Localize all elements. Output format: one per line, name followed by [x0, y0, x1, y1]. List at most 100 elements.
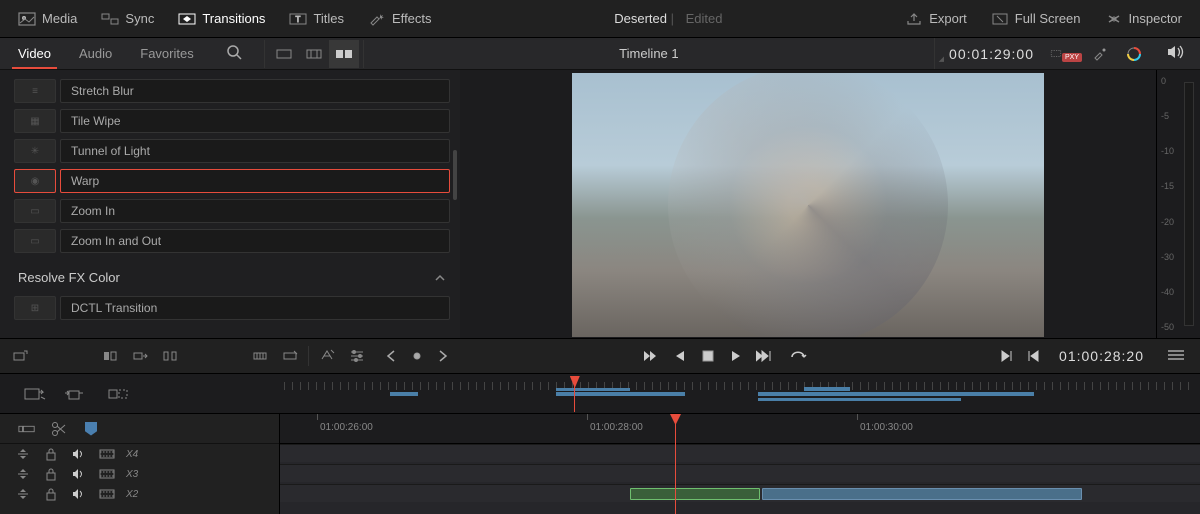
effects-tab[interactable]: Effects: [358, 7, 442, 30]
bypass-fx-icon[interactable]: [1084, 40, 1116, 68]
transition-item[interactable]: ▭Zoom In and Out: [14, 228, 450, 254]
media-tab[interactable]: Media: [8, 7, 87, 30]
view-single-icon[interactable]: [269, 40, 299, 68]
close-gap-icon[interactable]: [156, 343, 184, 369]
playhead[interactable]: [675, 414, 676, 514]
track-header-row: X2: [0, 484, 279, 504]
video-clip[interactable]: [630, 488, 760, 500]
view-strip-icon[interactable]: [299, 40, 329, 68]
viewer-timecode[interactable]: 01:00:28:20: [1045, 348, 1158, 364]
mini-clip[interactable]: [758, 398, 960, 401]
inspector-button[interactable]: Inspector: [1095, 7, 1192, 30]
favorites-tab[interactable]: Favorites: [126, 38, 207, 69]
next-edit-button[interactable]: [995, 344, 1019, 368]
options-menu-button[interactable]: [1158, 349, 1194, 364]
mini-track-area[interactable]: [280, 374, 1200, 413]
track-header-row: X3: [0, 464, 279, 484]
time-label: 01:00:30:00: [860, 422, 913, 433]
mini-clip[interactable]: [556, 388, 630, 391]
source-overwrite-icon[interactable]: [20, 382, 50, 406]
transition-item[interactable]: ⊞DCTL Transition: [14, 295, 450, 321]
play-button[interactable]: [724, 344, 748, 368]
master-timecode[interactable]: 00:01:29:00: [934, 38, 1048, 69]
ripple-overwrite-icon[interactable]: [104, 382, 134, 406]
time-label: 01:00:28:00: [590, 422, 643, 433]
lock-icon[interactable]: [42, 486, 60, 502]
mute-button[interactable]: [1152, 44, 1200, 63]
append-icon[interactable]: [62, 382, 92, 406]
stop-button[interactable]: [696, 344, 720, 368]
export-button[interactable]: Export: [895, 7, 977, 30]
resize-track-icon[interactable]: [14, 466, 32, 482]
transition-item[interactable]: ▦Tile Wipe: [14, 108, 450, 134]
speaker-icon[interactable]: [70, 466, 88, 482]
speaker-icon[interactable]: [70, 486, 88, 502]
speaker-icon[interactable]: [70, 446, 88, 462]
titles-tab[interactable]: T Titles: [279, 7, 354, 30]
timeline-view-icon[interactable]: [18, 421, 36, 437]
timeline-tracks[interactable]: 01:00:26:00 01:00:28:00 01:00:30:00: [280, 414, 1200, 514]
resize-track-icon[interactable]: [14, 486, 32, 502]
transitions-icon: [178, 12, 196, 26]
color-wheel-icon[interactable]: [1118, 40, 1150, 68]
scrollbar[interactable]: [453, 150, 457, 200]
go-end-button[interactable]: [752, 344, 776, 368]
mini-clip[interactable]: [804, 387, 850, 391]
time-ruler[interactable]: 01:00:26:00 01:00:28:00 01:00:30:00: [280, 414, 1200, 444]
fullscreen-icon: [991, 12, 1009, 26]
lock-icon[interactable]: [42, 466, 60, 482]
track-lane[interactable]: [280, 464, 1200, 482]
go-start-button[interactable]: [640, 344, 664, 368]
search-button[interactable]: [212, 38, 256, 69]
overwrite-icon[interactable]: [246, 343, 274, 369]
filmstrip-icon[interactable]: [98, 486, 116, 502]
smart-insert-icon[interactable]: [6, 343, 34, 369]
sliders-icon[interactable]: [343, 343, 371, 369]
proxy-toggle[interactable]: PXY: [1050, 40, 1082, 68]
transition-item[interactable]: ▭Zoom In: [14, 198, 450, 224]
topbar-right-group: Export Full Screen Inspector: [895, 7, 1192, 30]
transition-label: Warp: [60, 169, 450, 193]
transition-item-selected[interactable]: ◉Warp: [14, 168, 450, 194]
transition-item[interactable]: ≡Stretch Blur: [14, 78, 450, 104]
transition-label: Stretch Blur: [60, 79, 450, 103]
track-lane[interactable]: [280, 484, 1200, 502]
split-icon[interactable]: [96, 343, 124, 369]
video-clip[interactable]: [762, 488, 1082, 500]
section-header[interactable]: Resolve FX Color: [14, 258, 450, 291]
resize-track-icon[interactable]: [14, 446, 32, 462]
filmstrip-icon[interactable]: [98, 446, 116, 462]
mini-clip[interactable]: [758, 392, 1034, 396]
lock-icon[interactable]: [42, 446, 60, 462]
transition-label: Tile Wipe: [60, 109, 450, 133]
transition-thumb-icon: ▭: [14, 199, 56, 223]
replace-icon[interactable]: [276, 343, 304, 369]
track-lane[interactable]: [280, 444, 1200, 462]
sync-tab[interactable]: Sync: [91, 7, 164, 30]
ripple-icon[interactable]: [126, 343, 154, 369]
marker-icon[interactable]: [82, 421, 100, 437]
view-dual-icon[interactable]: [329, 40, 359, 68]
reverse-play-button[interactable]: [668, 344, 692, 368]
loop-button[interactable]: [786, 344, 810, 368]
transition-item[interactable]: ✳Tunnel of Light: [14, 138, 450, 164]
video-tab[interactable]: Video: [4, 38, 65, 69]
current-frame-icon[interactable]: [405, 344, 429, 368]
scissors-icon[interactable]: [50, 421, 68, 437]
preview-viewer[interactable]: [460, 70, 1156, 338]
filmstrip-icon[interactable]: [98, 466, 116, 482]
track-headers: X4 X3 X2: [0, 414, 280, 514]
preview-image: [572, 73, 1044, 337]
transition-thumb-icon: ◉: [14, 169, 56, 193]
next-frame-button[interactable]: [431, 344, 455, 368]
prev-frame-button[interactable]: [379, 344, 403, 368]
transitions-tab[interactable]: Transitions: [168, 7, 275, 30]
mini-clip[interactable]: [390, 392, 418, 396]
audio-tab[interactable]: Audio: [65, 38, 126, 69]
prev-edit-button[interactable]: [1021, 344, 1045, 368]
timeline-name[interactable]: Timeline 1◢: [364, 46, 934, 61]
transport-toolbar: 01:00:28:20: [0, 338, 1200, 374]
tool-a-icon[interactable]: [313, 343, 341, 369]
fullscreen-button[interactable]: Full Screen: [981, 7, 1091, 30]
transitions-label: Transitions: [202, 11, 265, 26]
